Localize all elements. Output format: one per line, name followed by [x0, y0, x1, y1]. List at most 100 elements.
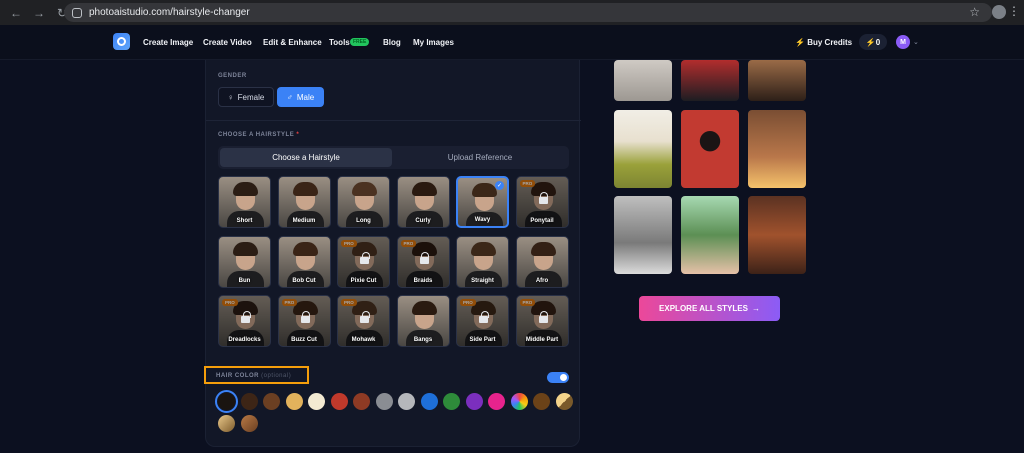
hairstyle-tile[interactable]: Bun — [218, 235, 271, 288]
hairstyle-tile[interactable]: Short — [218, 176, 271, 228]
hairstyle-tile[interactable]: PRO Pixie Cut — [337, 235, 390, 288]
hairstyle-label: Buzz Cut — [291, 337, 317, 343]
pro-badge: PRO — [341, 239, 357, 247]
credits-badge[interactable]: ⚡ 0 — [859, 34, 887, 50]
check-icon: ✓ — [495, 181, 504, 190]
gallery-image[interactable] — [681, 110, 739, 188]
hairstyle-tile[interactable]: PRO Mohawk — [337, 295, 390, 347]
portrait-hair — [411, 182, 437, 196]
color-swatch[interactable] — [465, 393, 483, 410]
browser-toolbar: ← → ↻ photoaistudio.com/hairstyle-change… — [0, 0, 1024, 25]
divider — [206, 120, 581, 121]
color-swatch[interactable] — [263, 393, 280, 410]
portrait-hair — [233, 182, 258, 196]
hairstyle-tabs: Choose a Hairstyle Upload Reference — [218, 146, 569, 169]
color-swatch[interactable] — [398, 393, 415, 410]
nav-create-video[interactable]: Create Video — [203, 38, 252, 47]
nav-my-images[interactable]: My Images — [413, 38, 454, 47]
portrait-hair — [352, 182, 377, 196]
hairstyle-tile[interactable]: Bob Cut — [277, 235, 331, 288]
bookmark-star-icon[interactable]: ☆ — [969, 5, 980, 19]
color-swatch[interactable] — [240, 393, 258, 410]
camera-logo-icon[interactable] — [113, 33, 130, 50]
female-button[interactable]: ♀ Female — [218, 87, 274, 107]
hair-color-label: HAIR COLOR (optional) — [216, 373, 291, 379]
pro-badge: PRO — [281, 299, 298, 306]
buy-credits-link[interactable]: ⚡ Buy Credits — [795, 38, 852, 47]
gallery-image[interactable] — [748, 60, 806, 101]
url-text: photoaistudio.com/hairstyle-changer — [89, 7, 250, 18]
hairstyle-tile[interactable]: Curly — [396, 176, 450, 228]
color-swatch[interactable] — [285, 393, 303, 410]
nav-edit-enhance[interactable]: Edit & Enhance — [263, 38, 322, 47]
gallery-image[interactable] — [614, 60, 672, 101]
back-icon[interactable]: ← — [9, 6, 23, 20]
color-swatch[interactable] — [533, 393, 550, 410]
color-swatch[interactable] — [308, 393, 325, 410]
site-info-icon[interactable] — [72, 7, 82, 18]
hairstyle-tile[interactable]: PRO Buzz Cut — [277, 295, 331, 347]
hairstyle-tile[interactable]: Straight — [456, 235, 509, 288]
color-swatch[interactable] — [240, 415, 258, 432]
browser-menu-icon[interactable]: ⋮ — [1008, 4, 1020, 18]
color-swatch[interactable] — [218, 415, 235, 432]
color-swatch[interactable] — [420, 393, 438, 410]
color-swatch[interactable] — [330, 393, 348, 410]
hair-color-toggle[interactable] — [547, 372, 569, 383]
hairstyle-tile[interactable]: Medium — [277, 176, 331, 228]
avatar[interactable]: M — [896, 35, 910, 49]
explore-all-styles-button[interactable]: EXPLORE ALL STYLES → — [639, 296, 780, 321]
hairstyle-label: Mohawk — [351, 337, 376, 343]
lock-icon — [360, 311, 370, 323]
female-symbol-icon: ♀ — [227, 92, 234, 102]
hair-color-title: HAIR COLOR — [216, 373, 259, 379]
pro-badge: PRO — [460, 299, 476, 306]
hairstyle-tile[interactable]: PRO Side Part — [456, 295, 509, 347]
hairstyle-label: Curly — [415, 218, 431, 224]
gallery-image[interactable] — [614, 196, 672, 274]
app-header: Create Image Create Video Edit & Enhance… — [0, 25, 1024, 60]
nav-blog[interactable]: Blog — [383, 38, 401, 47]
tab-choose-hairstyle[interactable]: Choose a Hairstyle — [220, 148, 392, 167]
forward-icon[interactable]: → — [32, 6, 46, 20]
color-swatch[interactable] — [555, 393, 573, 410]
portrait-hair — [292, 241, 318, 256]
gallery-image[interactable] — [748, 110, 806, 188]
hairstyle-label: Straight — [471, 277, 494, 284]
color-swatch[interactable] — [510, 393, 528, 410]
hairstyle-label: Medium — [292, 218, 316, 224]
color-swatch[interactable] — [488, 393, 505, 410]
hairstyle-tile[interactable]: PRO Ponytail — [515, 176, 569, 228]
lightning-icon: ⚡ — [865, 37, 876, 47]
hairstyle-tile[interactable]: Bangs — [396, 295, 450, 347]
hairstyle-label: Side Part — [469, 337, 496, 343]
male-button[interactable]: ♂ Male — [277, 87, 324, 107]
gallery-image[interactable] — [748, 196, 806, 274]
gallery-image[interactable] — [681, 196, 739, 274]
address-bar[interactable]: photoaistudio.com/hairstyle-changer — [64, 3, 992, 22]
gallery-image[interactable] — [614, 110, 672, 188]
hairstyle-tile[interactable]: PRO Middle Part — [515, 295, 569, 347]
color-swatch[interactable] — [215, 390, 238, 413]
nav-tools[interactable]: Tools — [329, 38, 350, 47]
profile-icon[interactable] — [992, 5, 1006, 19]
gallery-image[interactable] — [681, 60, 739, 101]
hairstyle-tile[interactable]: Long — [337, 176, 390, 228]
color-swatch[interactable] — [443, 393, 460, 410]
nav-create-image[interactable]: Create Image — [143, 38, 193, 47]
hairstyle-label: Dreadlocks — [228, 337, 261, 343]
lock-icon — [360, 251, 370, 264]
portrait-hair — [472, 183, 497, 197]
hairstyle-tile[interactable]: PRO Braids — [396, 235, 450, 288]
arrow-right-icon: → — [751, 304, 760, 313]
hairstyle-tile[interactable]: Afro — [515, 235, 569, 288]
color-swatch[interactable] — [353, 393, 370, 410]
tab-upload-reference[interactable]: Upload Reference — [394, 148, 566, 167]
hairstyle-tile[interactable]: ✓ Wavy — [456, 176, 509, 228]
lightning-icon: ⚡ — [795, 38, 805, 47]
hairstyle-tile[interactable]: PRO Dreadlocks — [218, 295, 271, 347]
hairstyle-label: Wavy — [474, 217, 491, 223]
color-swatch[interactable] — [375, 393, 393, 410]
chevron-down-icon[interactable]: ⌄ — [913, 38, 919, 46]
toggle-knob — [560, 374, 567, 381]
